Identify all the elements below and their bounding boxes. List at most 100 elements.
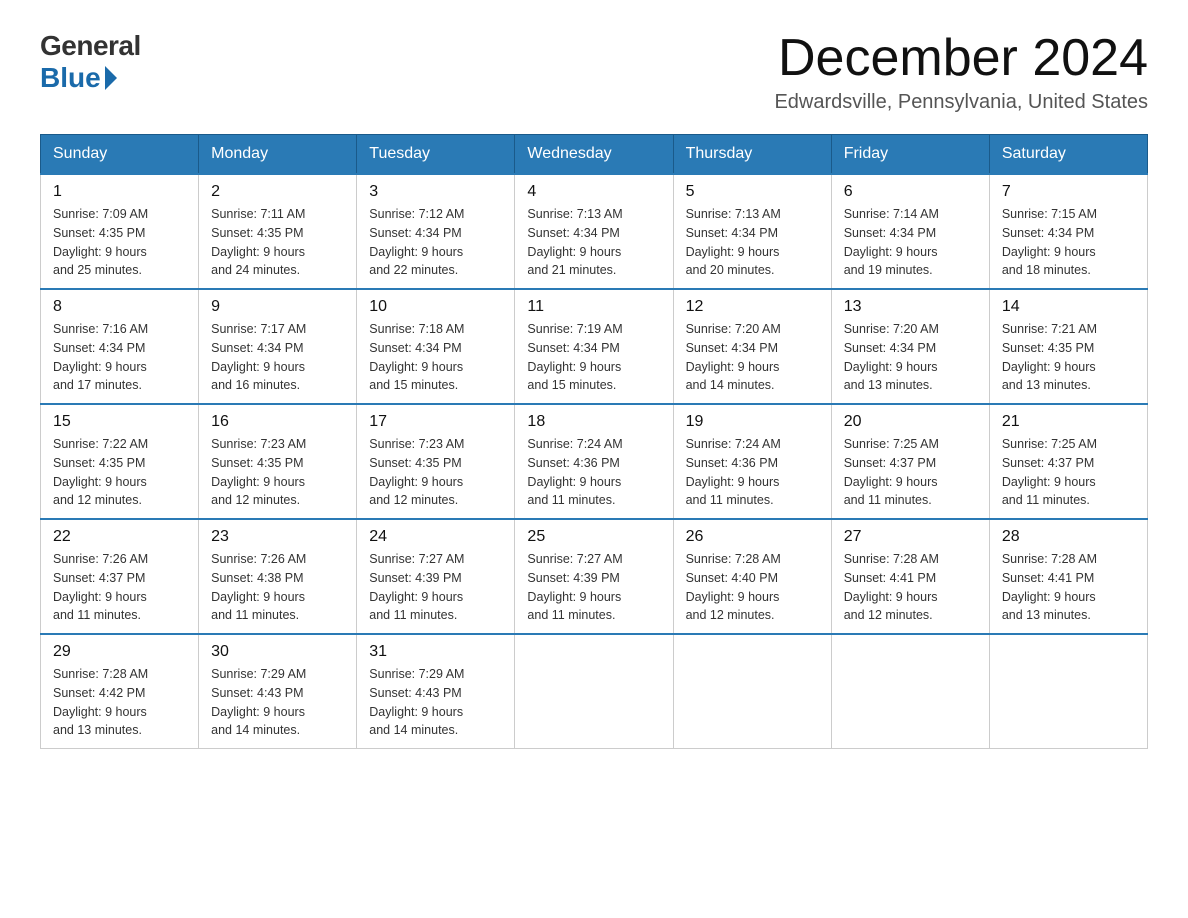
day-info: Sunrise: 7:15 AM Sunset: 4:34 PM Dayligh… (1002, 205, 1135, 280)
day-info: Sunrise: 7:19 AM Sunset: 4:34 PM Dayligh… (527, 320, 660, 395)
day-number: 19 (686, 413, 819, 431)
day-number: 6 (844, 183, 977, 201)
day-info: Sunrise: 7:16 AM Sunset: 4:34 PM Dayligh… (53, 320, 186, 395)
calendar-cell: 5 Sunrise: 7:13 AM Sunset: 4:34 PM Dayli… (673, 174, 831, 289)
calendar-cell (673, 634, 831, 749)
day-number: 12 (686, 298, 819, 316)
title-block: December 2024 Edwardsville, Pennsylvania… (774, 30, 1148, 114)
day-number: 29 (53, 643, 186, 661)
day-info: Sunrise: 7:29 AM Sunset: 4:43 PM Dayligh… (369, 665, 502, 740)
week-row-4: 22 Sunrise: 7:26 AM Sunset: 4:37 PM Dayl… (41, 519, 1148, 634)
day-info: Sunrise: 7:20 AM Sunset: 4:34 PM Dayligh… (844, 320, 977, 395)
day-info: Sunrise: 7:25 AM Sunset: 4:37 PM Dayligh… (844, 435, 977, 510)
month-title: December 2024 (774, 30, 1148, 87)
day-info: Sunrise: 7:20 AM Sunset: 4:34 PM Dayligh… (686, 320, 819, 395)
calendar-cell: 12 Sunrise: 7:20 AM Sunset: 4:34 PM Dayl… (673, 289, 831, 404)
week-row-1: 1 Sunrise: 7:09 AM Sunset: 4:35 PM Dayli… (41, 174, 1148, 289)
day-number: 30 (211, 643, 344, 661)
day-number: 1 (53, 183, 186, 201)
calendar-cell: 2 Sunrise: 7:11 AM Sunset: 4:35 PM Dayli… (199, 174, 357, 289)
day-number: 3 (369, 183, 502, 201)
calendar-table: SundayMondayTuesdayWednesdayThursdayFrid… (40, 134, 1148, 749)
calendar-cell: 1 Sunrise: 7:09 AM Sunset: 4:35 PM Dayli… (41, 174, 199, 289)
calendar-cell: 8 Sunrise: 7:16 AM Sunset: 4:34 PM Dayli… (41, 289, 199, 404)
day-info: Sunrise: 7:21 AM Sunset: 4:35 PM Dayligh… (1002, 320, 1135, 395)
day-number: 22 (53, 528, 186, 546)
day-info: Sunrise: 7:25 AM Sunset: 4:37 PM Dayligh… (1002, 435, 1135, 510)
calendar-cell: 7 Sunrise: 7:15 AM Sunset: 4:34 PM Dayli… (989, 174, 1147, 289)
calendar-cell: 15 Sunrise: 7:22 AM Sunset: 4:35 PM Dayl… (41, 404, 199, 519)
day-number: 23 (211, 528, 344, 546)
day-number: 7 (1002, 183, 1135, 201)
calendar-cell: 13 Sunrise: 7:20 AM Sunset: 4:34 PM Dayl… (831, 289, 989, 404)
day-header-sunday: Sunday (41, 135, 199, 175)
day-number: 11 (527, 298, 660, 316)
day-header-thursday: Thursday (673, 135, 831, 175)
calendar-cell: 3 Sunrise: 7:12 AM Sunset: 4:34 PM Dayli… (357, 174, 515, 289)
day-number: 25 (527, 528, 660, 546)
calendar-cell: 30 Sunrise: 7:29 AM Sunset: 4:43 PM Dayl… (199, 634, 357, 749)
day-number: 16 (211, 413, 344, 431)
day-info: Sunrise: 7:26 AM Sunset: 4:38 PM Dayligh… (211, 550, 344, 625)
calendar-cell: 23 Sunrise: 7:26 AM Sunset: 4:38 PM Dayl… (199, 519, 357, 634)
day-number: 20 (844, 413, 977, 431)
day-info: Sunrise: 7:24 AM Sunset: 4:36 PM Dayligh… (527, 435, 660, 510)
calendar-cell: 29 Sunrise: 7:28 AM Sunset: 4:42 PM Dayl… (41, 634, 199, 749)
day-info: Sunrise: 7:28 AM Sunset: 4:41 PM Dayligh… (844, 550, 977, 625)
day-number: 8 (53, 298, 186, 316)
day-number: 28 (1002, 528, 1135, 546)
calendar-cell: 4 Sunrise: 7:13 AM Sunset: 4:34 PM Dayli… (515, 174, 673, 289)
day-number: 26 (686, 528, 819, 546)
calendar-cell: 25 Sunrise: 7:27 AM Sunset: 4:39 PM Dayl… (515, 519, 673, 634)
day-number: 27 (844, 528, 977, 546)
calendar-cell: 24 Sunrise: 7:27 AM Sunset: 4:39 PM Dayl… (357, 519, 515, 634)
day-header-saturday: Saturday (989, 135, 1147, 175)
day-info: Sunrise: 7:17 AM Sunset: 4:34 PM Dayligh… (211, 320, 344, 395)
week-row-2: 8 Sunrise: 7:16 AM Sunset: 4:34 PM Dayli… (41, 289, 1148, 404)
calendar-cell: 6 Sunrise: 7:14 AM Sunset: 4:34 PM Dayli… (831, 174, 989, 289)
day-info: Sunrise: 7:12 AM Sunset: 4:34 PM Dayligh… (369, 205, 502, 280)
day-info: Sunrise: 7:23 AM Sunset: 4:35 PM Dayligh… (369, 435, 502, 510)
day-number: 2 (211, 183, 344, 201)
calendar-cell (515, 634, 673, 749)
day-info: Sunrise: 7:27 AM Sunset: 4:39 PM Dayligh… (527, 550, 660, 625)
day-number: 24 (369, 528, 502, 546)
day-header-wednesday: Wednesday (515, 135, 673, 175)
day-header-friday: Friday (831, 135, 989, 175)
day-header-tuesday: Tuesday (357, 135, 515, 175)
calendar-cell: 21 Sunrise: 7:25 AM Sunset: 4:37 PM Dayl… (989, 404, 1147, 519)
day-info: Sunrise: 7:09 AM Sunset: 4:35 PM Dayligh… (53, 205, 186, 280)
day-info: Sunrise: 7:22 AM Sunset: 4:35 PM Dayligh… (53, 435, 186, 510)
day-number: 10 (369, 298, 502, 316)
calendar-cell: 10 Sunrise: 7:18 AM Sunset: 4:34 PM Dayl… (357, 289, 515, 404)
day-info: Sunrise: 7:13 AM Sunset: 4:34 PM Dayligh… (527, 205, 660, 280)
logo-general-text: General (40, 30, 141, 62)
calendar-cell: 26 Sunrise: 7:28 AM Sunset: 4:40 PM Dayl… (673, 519, 831, 634)
location-title: Edwardsville, Pennsylvania, United State… (774, 91, 1148, 114)
day-info: Sunrise: 7:29 AM Sunset: 4:43 PM Dayligh… (211, 665, 344, 740)
calendar-cell: 14 Sunrise: 7:21 AM Sunset: 4:35 PM Dayl… (989, 289, 1147, 404)
day-number: 9 (211, 298, 344, 316)
calendar-cell: 27 Sunrise: 7:28 AM Sunset: 4:41 PM Dayl… (831, 519, 989, 634)
day-number: 31 (369, 643, 502, 661)
calendar-cell (989, 634, 1147, 749)
day-info: Sunrise: 7:23 AM Sunset: 4:35 PM Dayligh… (211, 435, 344, 510)
day-info: Sunrise: 7:11 AM Sunset: 4:35 PM Dayligh… (211, 205, 344, 280)
week-row-3: 15 Sunrise: 7:22 AM Sunset: 4:35 PM Dayl… (41, 404, 1148, 519)
day-info: Sunrise: 7:28 AM Sunset: 4:41 PM Dayligh… (1002, 550, 1135, 625)
week-row-5: 29 Sunrise: 7:28 AM Sunset: 4:42 PM Dayl… (41, 634, 1148, 749)
calendar-cell: 28 Sunrise: 7:28 AM Sunset: 4:41 PM Dayl… (989, 519, 1147, 634)
day-info: Sunrise: 7:14 AM Sunset: 4:34 PM Dayligh… (844, 205, 977, 280)
logo: General Blue (40, 30, 141, 94)
calendar-cell: 31 Sunrise: 7:29 AM Sunset: 4:43 PM Dayl… (357, 634, 515, 749)
day-info: Sunrise: 7:27 AM Sunset: 4:39 PM Dayligh… (369, 550, 502, 625)
calendar-cell: 11 Sunrise: 7:19 AM Sunset: 4:34 PM Dayl… (515, 289, 673, 404)
day-number: 18 (527, 413, 660, 431)
day-number: 17 (369, 413, 502, 431)
day-info: Sunrise: 7:28 AM Sunset: 4:40 PM Dayligh… (686, 550, 819, 625)
day-info: Sunrise: 7:26 AM Sunset: 4:37 PM Dayligh… (53, 550, 186, 625)
days-header-row: SundayMondayTuesdayWednesdayThursdayFrid… (41, 135, 1148, 175)
calendar-cell: 17 Sunrise: 7:23 AM Sunset: 4:35 PM Dayl… (357, 404, 515, 519)
day-info: Sunrise: 7:24 AM Sunset: 4:36 PM Dayligh… (686, 435, 819, 510)
day-number: 5 (686, 183, 819, 201)
